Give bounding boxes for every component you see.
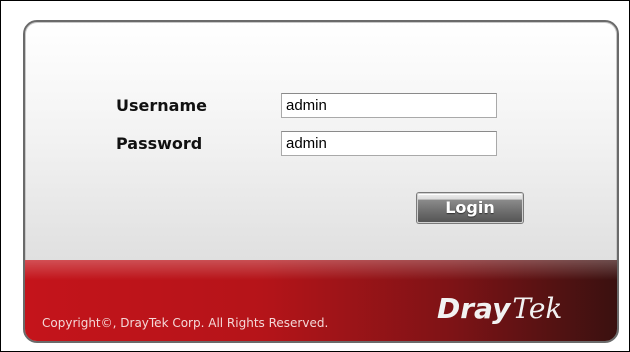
logo-dray: Dray bbox=[437, 292, 511, 325]
draytek-logo: DrayTek bbox=[437, 292, 562, 325]
footer-shine bbox=[25, 260, 617, 280]
login-button[interactable]: Login bbox=[417, 193, 523, 223]
password-label: Password bbox=[116, 134, 203, 153]
copyright-text: Copyright©, DrayTek Corp. All Rights Res… bbox=[42, 316, 329, 330]
footer-bar: Copyright©, DrayTek Corp. All Rights Res… bbox=[25, 260, 617, 341]
login-panel: Username Password Login Copyright©, Dray… bbox=[23, 20, 619, 343]
logo-tek: Tek bbox=[512, 292, 563, 325]
page-frame: Username Password Login Copyright©, Dray… bbox=[0, 0, 630, 352]
username-label: Username bbox=[116, 96, 207, 115]
username-input[interactable] bbox=[281, 93, 497, 118]
password-input[interactable] bbox=[281, 131, 497, 156]
